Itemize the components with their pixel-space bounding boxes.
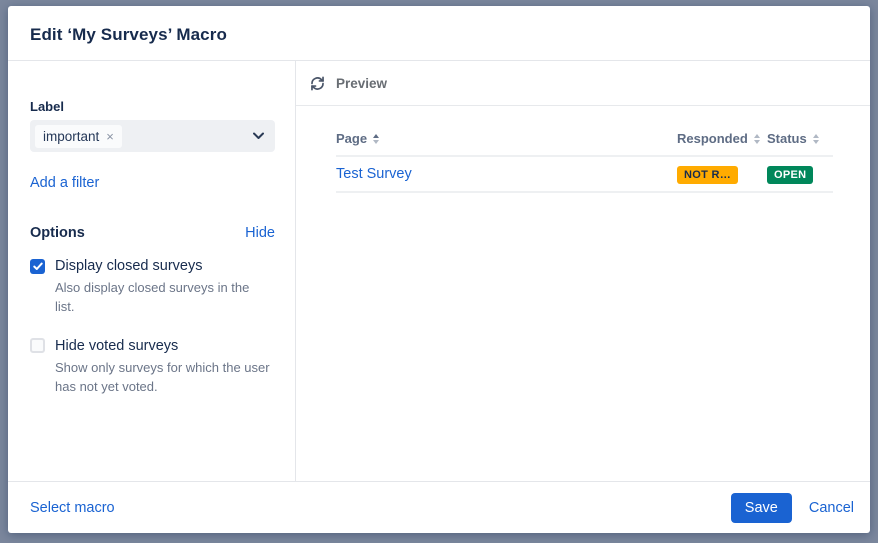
hide-options-link[interactable]: Hide (245, 225, 275, 241)
column-header-status[interactable]: Status (767, 131, 833, 146)
checkbox-label: Hide voted surveys (55, 338, 178, 354)
preview-panel: Preview Page Responded Stat (296, 61, 870, 481)
remove-tag-icon[interactable]: × (106, 130, 114, 143)
option-display-closed-surveys: Display closed surveys Also display clos… (30, 258, 275, 317)
label-select[interactable]: important × (30, 120, 275, 152)
survey-page-cell: Test Survey (336, 165, 677, 183)
table-row: Test Survey NOT R… OPEN (336, 157, 833, 193)
dialog-footer: Select macro Save Cancel (8, 481, 870, 533)
checkbox-unchecked-icon[interactable] (30, 338, 45, 353)
hide-voted-surveys-checkbox-row[interactable]: Hide voted surveys (30, 338, 275, 354)
options-header: Options Hide (30, 225, 275, 241)
column-header-responded[interactable]: Responded (677, 131, 767, 146)
checkbox-description: Also display closed surveys in the list. (55, 279, 270, 317)
chevron-down-icon (253, 132, 264, 140)
column-header-page[interactable]: Page (336, 131, 677, 146)
option-hide-voted-surveys: Hide voted surveys Show only surveys for… (30, 338, 275, 397)
surveys-table-header: Page Responded Status (336, 131, 833, 157)
edit-macro-dialog: Edit ‘My Surveys’ Macro Label important … (8, 6, 870, 533)
preview-header: Preview (296, 61, 870, 106)
status-badge: OPEN (767, 166, 813, 184)
label-tag: important × (35, 125, 122, 148)
survey-page-link[interactable]: Test Survey (336, 166, 412, 182)
label-tag-text: important (43, 129, 99, 144)
sort-asc-icon (373, 134, 379, 144)
dialog-body: Label important × Add a filter Options H… (8, 61, 870, 481)
macro-parameters-panel: Label important × Add a filter Options H… (8, 61, 296, 481)
save-button[interactable]: Save (731, 493, 792, 523)
checkbox-checked-icon[interactable] (30, 259, 45, 274)
surveys-table: Page Responded Status (336, 131, 833, 193)
select-macro-link[interactable]: Select macro (30, 500, 115, 516)
add-filter-link[interactable]: Add a filter (30, 175, 99, 191)
responded-badge: NOT R… (677, 166, 738, 184)
sort-icon (754, 134, 760, 144)
dialog-header: Edit ‘My Surveys’ Macro (8, 6, 870, 61)
display-closed-surveys-checkbox-row[interactable]: Display closed surveys (30, 258, 275, 274)
label-field-label: Label (30, 99, 275, 114)
sort-icon (813, 134, 819, 144)
dialog-title: Edit ‘My Surveys’ Macro (30, 25, 846, 45)
cancel-link[interactable]: Cancel (809, 500, 854, 516)
refresh-icon[interactable] (309, 75, 326, 92)
checkbox-description: Show only surveys for which the user has… (55, 359, 270, 397)
preview-heading: Preview (336, 76, 387, 91)
survey-responded-cell: NOT R… (677, 165, 767, 184)
survey-status-cell: OPEN (767, 165, 833, 184)
options-heading: Options (30, 225, 85, 241)
checkbox-label: Display closed surveys (55, 258, 202, 274)
footer-actions: Save Cancel (731, 493, 854, 523)
preview-content: Page Responded Status (296, 106, 870, 193)
